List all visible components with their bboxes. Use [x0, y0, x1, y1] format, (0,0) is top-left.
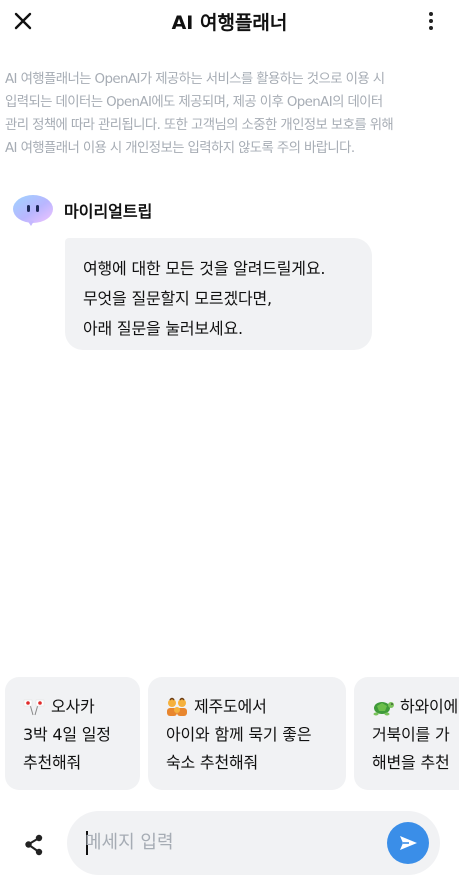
message-input[interactable] — [85, 811, 375, 875]
more-options-button[interactable] — [419, 8, 443, 34]
bot-message-bubble: 여행에 대한 모든 것을 알려드릴게요. 무엇을 질문할지 모르겠다면, 아래 … — [65, 238, 372, 350]
suggestion-carousel[interactable]: 오사카 3박 4일 일정 추천해줘 제주도에서 아이와 함께 묵기 좋은 숙소 … — [5, 677, 459, 791]
message-line: 아래 질문을 눌러보세요. — [83, 319, 243, 338]
message-line: 여행에 대한 모든 것을 알려드릴게요. — [83, 259, 326, 278]
card-line: 아이와 함께 묵기 좋은 — [166, 725, 312, 744]
turtle-icon — [372, 697, 394, 717]
bot-avatar-icon — [12, 193, 54, 227]
card-title: 제주도에서 — [194, 697, 267, 716]
bot-header: 마이리얼트립 — [12, 193, 152, 227]
share-icon — [25, 834, 43, 856]
card-line: 해변을 추천 — [372, 753, 450, 772]
send-icon — [400, 836, 417, 850]
card-line: 3박 4일 일정 — [23, 725, 111, 744]
japan-flags-icon — [23, 697, 45, 717]
card-title: 오사카 — [51, 697, 95, 716]
suggestion-card-osaka[interactable]: 오사카 3박 4일 일정 추천해줘 — [5, 677, 140, 790]
privacy-notice: AI 여행플래너는 OpenAI가 제공하는 서비스를 활용하는 것으로 이용 … — [5, 72, 394, 156]
bot-name: 마이리얼트립 — [64, 202, 153, 221]
card-line: 숙소 추천해줘 — [166, 753, 259, 772]
app-header: AI 여행플래너 — [0, 0, 459, 44]
message-line: 무엇을 질문할지 모르겠다면, — [83, 289, 272, 308]
family-icon — [166, 697, 188, 717]
card-title: 하와이에 — [400, 697, 459, 716]
more-vertical-icon — [429, 12, 433, 16]
card-line: 거북이를 가 — [372, 725, 450, 744]
share-button[interactable] — [20, 831, 48, 859]
card-line: 추천해줘 — [23, 753, 82, 772]
send-button[interactable] — [387, 822, 429, 864]
suggestion-card-jeju[interactable]: 제주도에서 아이와 함께 묵기 좋은 숙소 추천해줘 — [148, 677, 346, 790]
page-title: AI 여행플래너 — [171, 12, 288, 34]
suggestion-card-hawaii[interactable]: 하와이에 거북이를 가 해변을 추천 — [354, 677, 459, 790]
message-composer — [67, 811, 440, 875]
